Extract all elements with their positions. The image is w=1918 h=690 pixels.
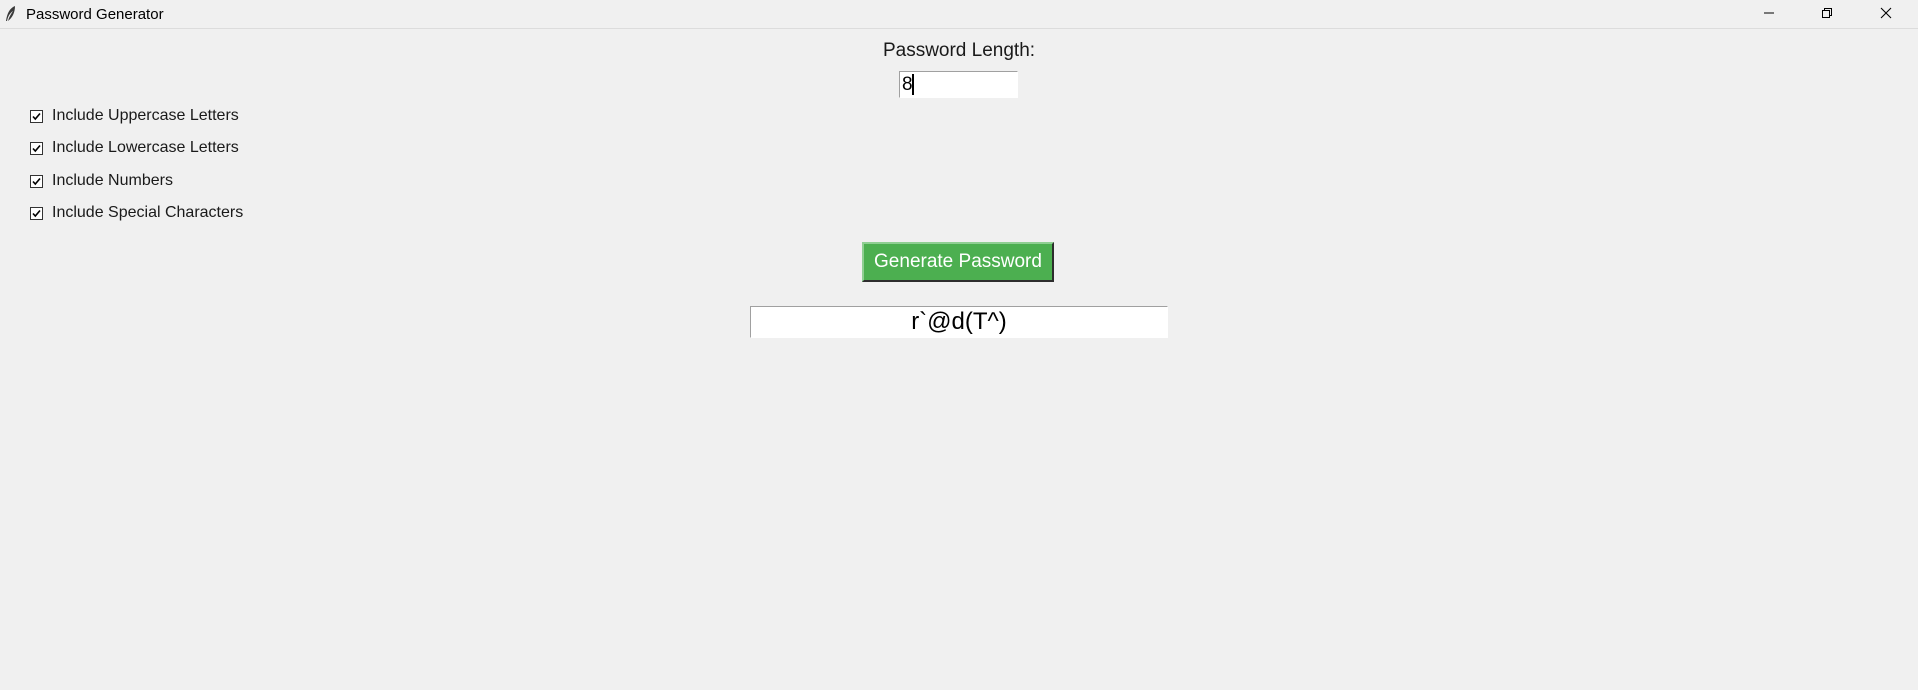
numbers-label: Include Numbers: [52, 172, 173, 189]
close-button[interactable]: [1857, 0, 1915, 29]
title-bar[interactable]: Password Generator: [0, 0, 1918, 29]
checkmark-icon: [32, 209, 41, 217]
special-characters-option[interactable]: Include Special Characters: [30, 203, 243, 223]
restore-button[interactable]: [1798, 0, 1856, 29]
checkmark-icon: [32, 144, 41, 152]
password-length-label: Password Length:: [882, 40, 1036, 61]
uppercase-checkbox[interactable]: [30, 109, 43, 123]
app-window: Password Generator Password Length: 8 In…: [0, 0, 1918, 690]
numbers-option[interactable]: Include Numbers: [30, 171, 173, 191]
lowercase-checkbox[interactable]: [30, 141, 43, 155]
uppercase-option[interactable]: Include Uppercase Letters: [30, 106, 239, 126]
text-caret: [912, 74, 914, 95]
feather-icon: [4, 5, 18, 23]
checkmark-icon: [32, 177, 41, 185]
restore-icon: [1821, 6, 1833, 24]
close-icon: [1880, 6, 1892, 24]
lowercase-label: Include Lowercase Letters: [52, 139, 239, 156]
numbers-checkbox[interactable]: [30, 174, 43, 188]
special-characters-label: Include Special Characters: [52, 204, 244, 221]
uppercase-label: Include Uppercase Letters: [52, 107, 239, 124]
minimize-icon: [1763, 6, 1775, 24]
password-length-input[interactable]: [899, 71, 1018, 98]
lowercase-option[interactable]: Include Lowercase Letters: [30, 138, 239, 158]
minimize-button[interactable]: [1740, 0, 1798, 29]
generate-password-button[interactable]: Generate Password: [862, 242, 1054, 282]
generated-password-field[interactable]: r`@d(T^): [750, 306, 1168, 338]
special-characters-checkbox[interactable]: [30, 206, 43, 220]
checkmark-icon: [32, 112, 41, 120]
window-title: Password Generator: [26, 6, 164, 23]
